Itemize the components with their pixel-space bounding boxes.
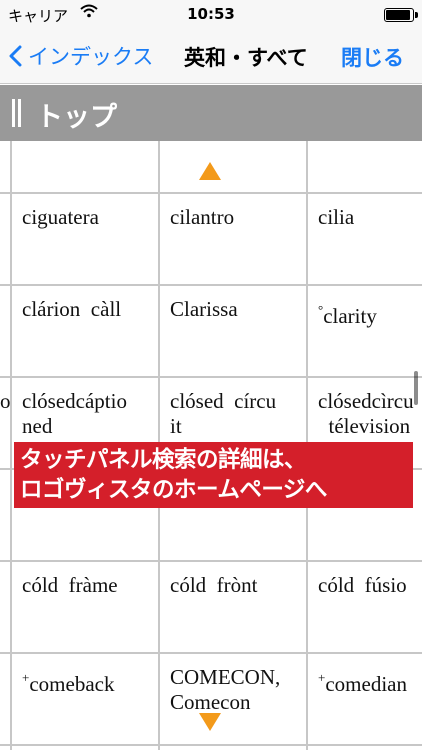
scroll-indicator[interactable] — [414, 371, 418, 405]
grid-line — [0, 652, 422, 654]
clock: 10:53 — [187, 5, 235, 23]
chevron-left-icon — [9, 45, 22, 67]
grid-line — [0, 560, 422, 562]
battery-icon — [384, 8, 418, 22]
status-bar: キャリア 10:53 — [0, 0, 422, 28]
index-entry[interactable]: clárion càll — [22, 297, 156, 322]
index-entry-comeback[interactable]: +comeback — [22, 665, 156, 697]
grid-line — [0, 744, 422, 746]
index-entry[interactable]: clósedcáptio ned — [22, 389, 156, 439]
index-entry-partial[interactable]: o — [0, 389, 10, 414]
index-entry[interactable]: COMECON, Comecon — [170, 665, 304, 715]
index-entry[interactable]: clósed círcu it — [170, 389, 304, 439]
close-button[interactable]: 閉じる — [341, 42, 404, 72]
index-entry[interactable]: Clarissa — [170, 297, 304, 322]
index-entry[interactable]: cóld fràme — [22, 573, 156, 598]
back-button-label: インデックス — [28, 45, 154, 69]
section-header: トップ — [0, 85, 422, 141]
scroll-down-arrow-icon[interactable] — [199, 713, 221, 731]
grid-line — [0, 376, 422, 378]
index-entry[interactable]: clósedcìrcu télevision — [318, 389, 422, 439]
index-entry[interactable]: cóld fúsio — [318, 573, 422, 598]
grid-line — [10, 141, 12, 750]
nav-title: 英和・すべて — [184, 46, 308, 70]
grid-line — [0, 192, 422, 194]
index-entry[interactable]: ciguatera — [22, 205, 156, 230]
back-button[interactable]: インデックス — [8, 38, 153, 74]
section-title: トップ — [36, 102, 117, 133]
grid-line — [0, 284, 422, 286]
banner-line-1: タッチパネル検索の詳細は、 — [20, 447, 307, 473]
battery-fill — [386, 10, 410, 20]
banner-line-2: ロゴヴィスタのホームページへ — [20, 477, 327, 503]
entry-text: comeback — [29, 672, 115, 696]
entry-text: comedian — [325, 672, 407, 696]
index-entry-comedian[interactable]: +comedian — [318, 665, 422, 697]
index-entry-clarity[interactable]: °clarity — [318, 297, 422, 329]
index-entry[interactable]: cilia — [318, 205, 422, 230]
scroll-up-arrow-icon[interactable] — [199, 162, 221, 180]
entry-text: clarity — [323, 304, 377, 328]
navigation-bar: インデックス 英和・すべて 閉じる — [0, 28, 422, 84]
promo-banner[interactable]: タッチパネル検索の詳細は、 ロゴヴィスタのホームページへ — [14, 442, 413, 508]
index-entry[interactable]: cóld frònt — [170, 573, 304, 598]
index-entry[interactable]: cilantro — [170, 205, 304, 230]
section-bars-icon — [12, 99, 22, 127]
